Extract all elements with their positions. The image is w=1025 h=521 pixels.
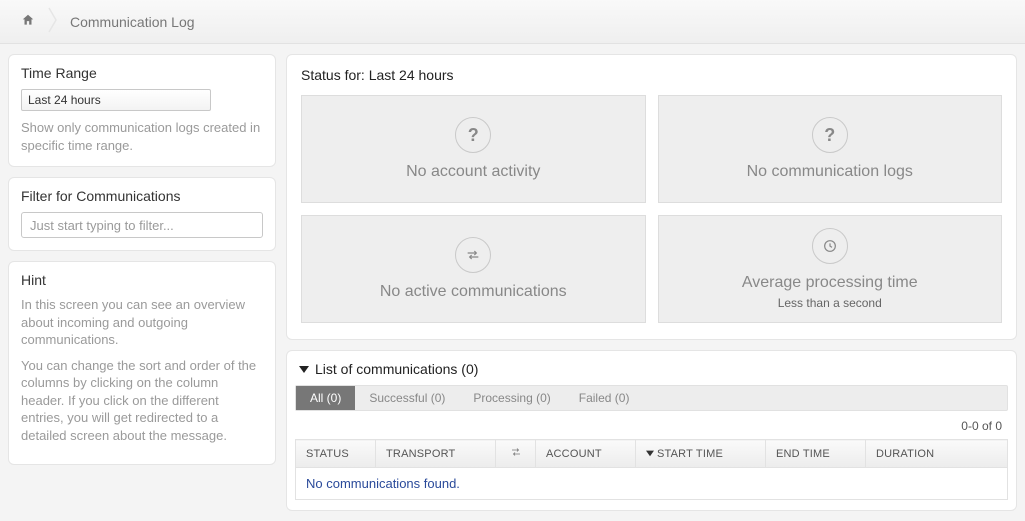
sort-desc-icon: [646, 448, 654, 460]
list-header-label: List of communications (0): [315, 361, 478, 377]
tile-title: No communication logs: [747, 163, 913, 181]
col-status[interactable]: STATUS: [296, 440, 376, 468]
list-header[interactable]: List of communications (0): [295, 359, 1008, 385]
filter-title: Filter for Communications: [21, 188, 263, 204]
pager: 0-0 of 0: [295, 411, 1008, 439]
tile-active-communications: No active communications: [301, 215, 646, 323]
tile-communication-logs: ? No communication logs: [658, 95, 1003, 203]
col-account[interactable]: ACCOUNT: [536, 440, 636, 468]
table-header-row: STATUS TRANSPORT ACCOUNT START TIME END …: [296, 440, 1008, 468]
hint-card: Hint In this screen you can see an overv…: [8, 261, 276, 465]
chevron-right-icon: [48, 6, 60, 37]
page-body: Time Range Last 24 hours Show only commu…: [0, 44, 1025, 521]
hint-paragraph-1: In this screen you can see an overview a…: [21, 296, 263, 349]
main-column: Status for: Last 24 hours ? No account a…: [286, 54, 1017, 511]
col-start-time-label: START TIME: [657, 448, 723, 460]
status-tiles: ? No account activity ? No communication…: [299, 93, 1004, 327]
list-card: List of communications (0) All (0) Succe…: [286, 350, 1017, 511]
col-duration[interactable]: DURATION: [866, 440, 1008, 468]
status-header: Status for: Last 24 hours: [301, 67, 1004, 83]
time-range-title: Time Range: [21, 65, 263, 81]
time-range-help: Show only communication logs created in …: [21, 119, 263, 154]
question-icon: ?: [812, 117, 848, 153]
time-range-value: Last 24 hours: [28, 93, 101, 107]
filter-card: Filter for Communications: [8, 177, 276, 251]
list-tabs: All (0) Successful (0) Processing (0) Fa…: [295, 385, 1008, 411]
col-end-time[interactable]: END TIME: [766, 440, 866, 468]
status-card: Status for: Last 24 hours ? No account a…: [286, 54, 1017, 340]
swap-icon: [455, 237, 491, 273]
clock-icon: [812, 228, 848, 264]
table-empty-row: No communications found.: [296, 468, 1008, 500]
tile-subtitle: Less than a second: [778, 296, 882, 310]
hint-paragraph-2: You can change the sort and order of the…: [21, 357, 263, 445]
swap-icon: [509, 449, 523, 461]
communications-table: STATUS TRANSPORT ACCOUNT START TIME END …: [295, 439, 1008, 500]
breadcrumb-home[interactable]: [12, 13, 48, 30]
time-range-card: Time Range Last 24 hours Show only commu…: [8, 54, 276, 167]
tile-title: No active communications: [380, 283, 567, 301]
tile-title: Average processing time: [742, 274, 918, 292]
filter-input[interactable]: [21, 212, 263, 238]
tab-successful[interactable]: Successful (0): [355, 386, 459, 410]
breadcrumb: Communication Log: [0, 0, 1025, 44]
tab-all[interactable]: All (0): [296, 386, 355, 410]
question-icon: ?: [455, 117, 491, 153]
tile-processing-time: Average processing time Less than a seco…: [658, 215, 1003, 323]
tab-failed[interactable]: Failed (0): [565, 386, 644, 410]
home-icon: [20, 13, 36, 30]
tile-title: No account activity: [406, 163, 540, 181]
col-direction[interactable]: [496, 440, 536, 468]
hint-title: Hint: [21, 272, 263, 288]
col-start-time[interactable]: START TIME: [636, 440, 766, 468]
col-transport[interactable]: TRANSPORT: [376, 440, 496, 468]
breadcrumb-page: Communication Log: [60, 14, 205, 30]
empty-message: No communications found.: [296, 468, 1008, 500]
sidebar: Time Range Last 24 hours Show only commu…: [8, 54, 276, 511]
tile-account-activity: ? No account activity: [301, 95, 646, 203]
tab-processing[interactable]: Processing (0): [459, 386, 564, 410]
time-range-select[interactable]: Last 24 hours: [21, 89, 211, 111]
caret-down-icon: [299, 361, 309, 377]
